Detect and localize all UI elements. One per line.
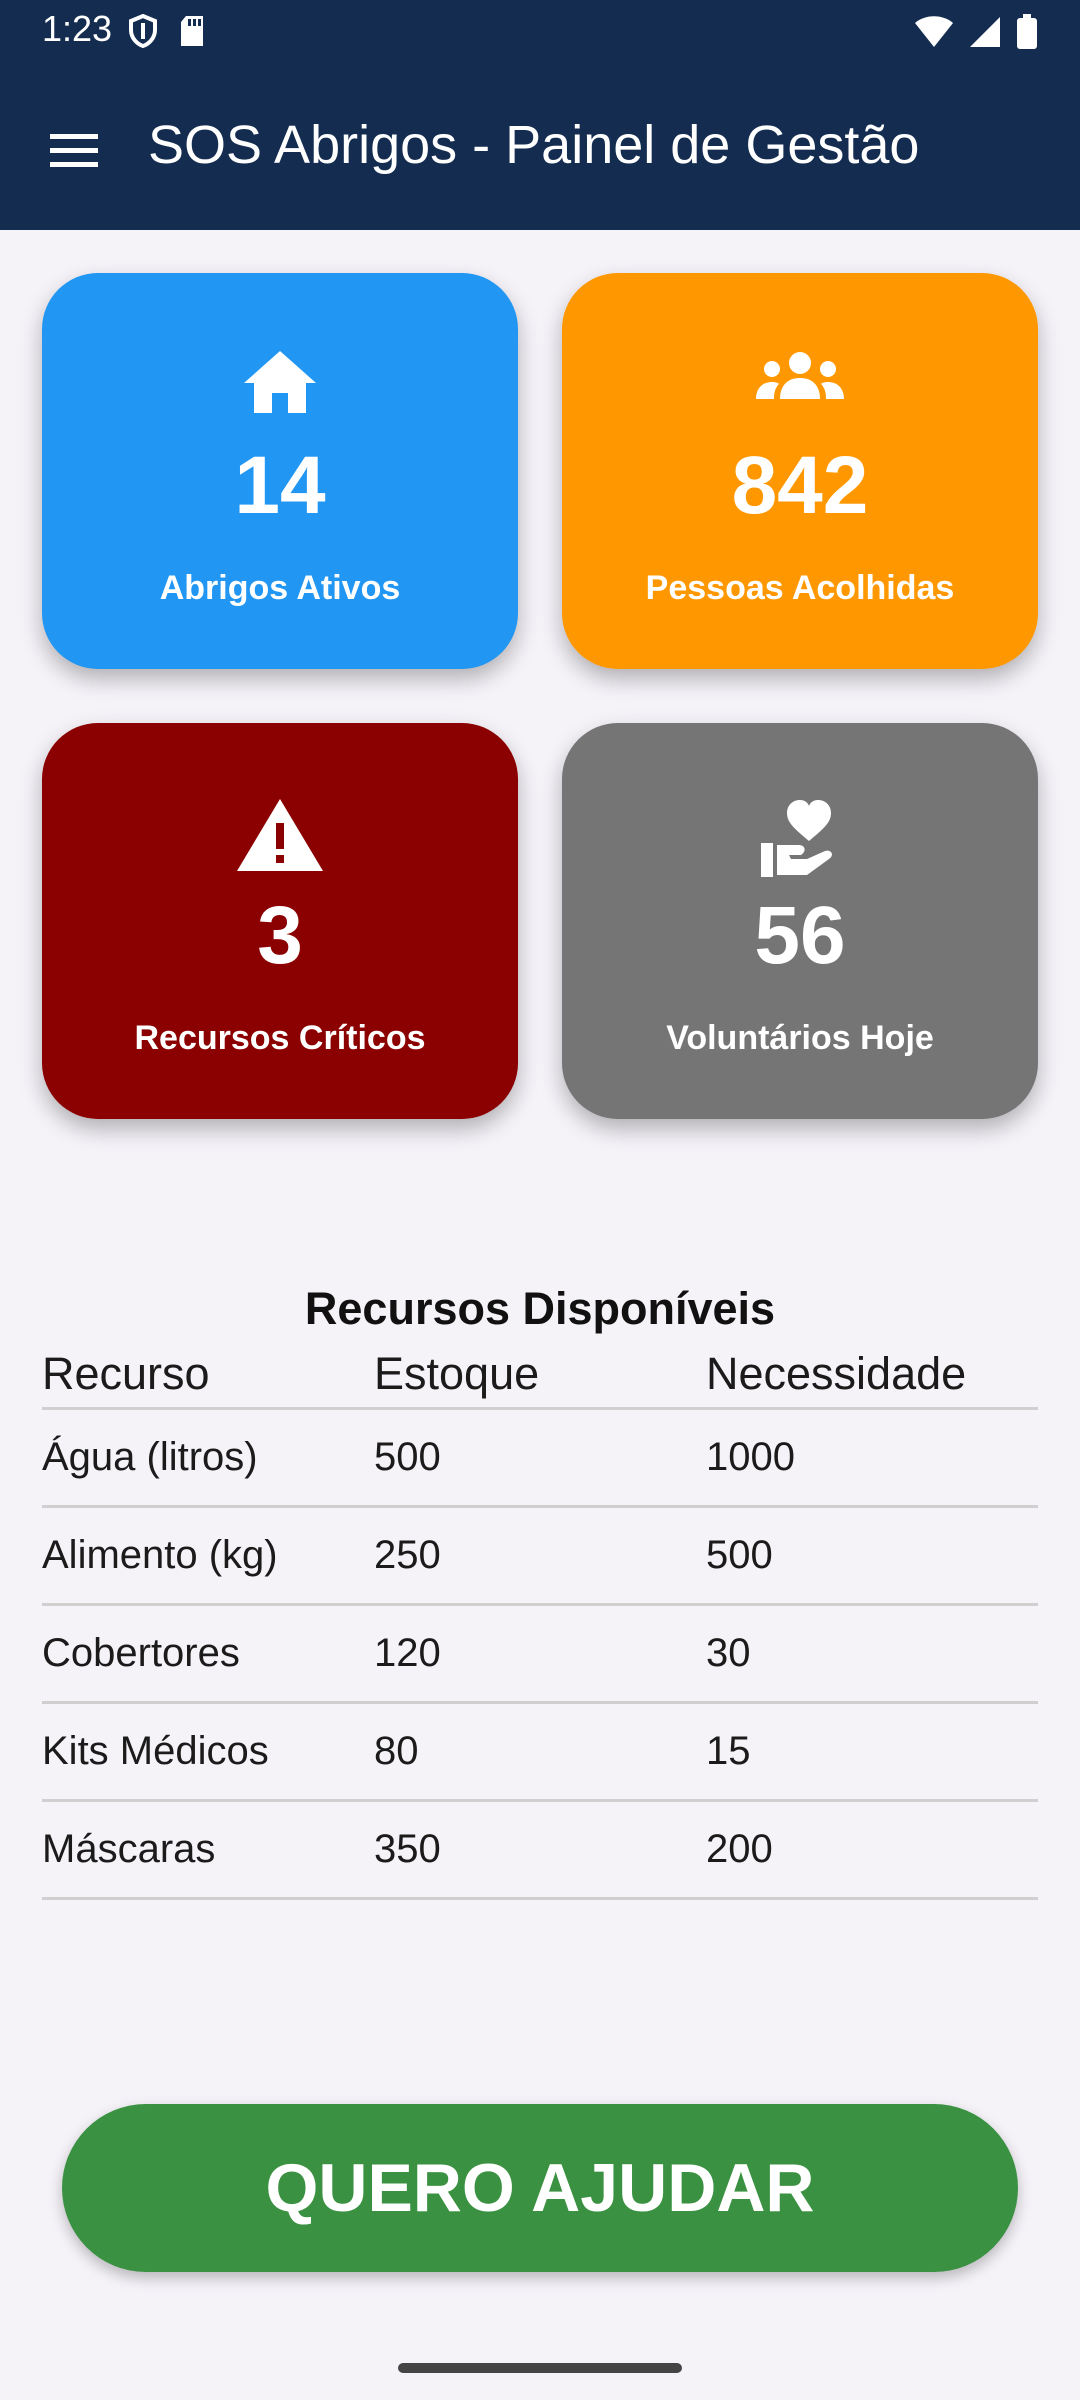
table-row: Máscaras 350 200 (42, 1802, 1038, 1900)
column-header: Recurso (42, 1347, 210, 1399)
card-label: Abrigos Ativos (159, 569, 401, 607)
people-icon (562, 347, 1038, 427)
status-right-icons (914, 14, 1038, 55)
table-cell: Água (litros) (42, 1435, 258, 1479)
card-recursos-criticos[interactable]: 3 Recursos Críticos (42, 723, 518, 1119)
table-cell: Máscaras (42, 1827, 216, 1871)
battery-icon (1016, 14, 1038, 55)
table-cell: 350 (374, 1827, 441, 1871)
card-pessoas-acolhidas[interactable]: 842 Pessoas Acolhidas (562, 273, 1038, 669)
table-cell: 120 (374, 1631, 441, 1675)
card-value: 56 (754, 890, 846, 981)
gesture-navigation-bar[interactable] (398, 2363, 682, 2373)
status-time: 1:23 (42, 8, 113, 49)
table-cell: 250 (374, 1533, 441, 1577)
table-row: Alimento (kg) 250 500 (42, 1508, 1038, 1606)
column-header: Necessidade (706, 1347, 967, 1399)
card-label: Pessoas Acolhidas (645, 569, 955, 607)
page-title: SOS Abrigos - Painel de Gestão (148, 115, 920, 175)
table-cell: 500 (374, 1435, 441, 1479)
app-bar: SOS Abrigos - Painel de Gestão (0, 62, 1080, 230)
table-cell: 500 (706, 1533, 773, 1577)
table-cell: Cobertores (42, 1631, 240, 1675)
status-bar: 1:23 (0, 0, 1080, 62)
resources-table: Recurso Estoque Necessidade Água (litros… (42, 1340, 1038, 1900)
volunteer-heart-icon (562, 797, 1038, 877)
table-header-row: Recurso Estoque Necessidade (42, 1340, 1038, 1410)
table-title: Recursos Disponíveis (304, 1283, 776, 1334)
table-row: Cobertores 120 30 (42, 1606, 1038, 1704)
table-cell: 30 (706, 1631, 751, 1675)
menu-button[interactable] (36, 112, 112, 188)
table-row: Água (litros) 500 1000 (42, 1410, 1038, 1508)
card-label: Voluntários Hoje (666, 1019, 934, 1057)
shield-icon (128, 13, 158, 53)
card-value: 842 (731, 440, 869, 531)
table-cell: 15 (706, 1729, 751, 1773)
wifi-icon (914, 15, 954, 54)
home-icon (42, 347, 518, 427)
card-voluntarios-hoje[interactable]: 56 Voluntários Hoje (562, 723, 1038, 1119)
sd-card-icon (178, 14, 206, 53)
help-button[interactable]: QUERO AJUDAR (62, 2104, 1018, 2272)
table-cell: 80 (374, 1729, 419, 1773)
card-value: 3 (257, 890, 303, 981)
card-abrigos-ativos[interactable]: 14 Abrigos Ativos (42, 273, 518, 669)
card-label: Recursos Críticos (134, 1019, 426, 1057)
menu-icon (50, 134, 98, 167)
table-row: Kits Médicos 80 15 (42, 1704, 1038, 1802)
warning-icon (42, 797, 518, 877)
card-value: 14 (234, 440, 326, 531)
column-header: Estoque (374, 1347, 540, 1399)
table-cell: 1000 (706, 1435, 795, 1479)
status-left-icons (128, 13, 206, 53)
table-cell: Alimento (kg) (42, 1533, 278, 1577)
signal-icon (968, 15, 1002, 54)
table-cell: Kits Médicos (42, 1729, 269, 1773)
table-cell: 200 (706, 1827, 773, 1871)
